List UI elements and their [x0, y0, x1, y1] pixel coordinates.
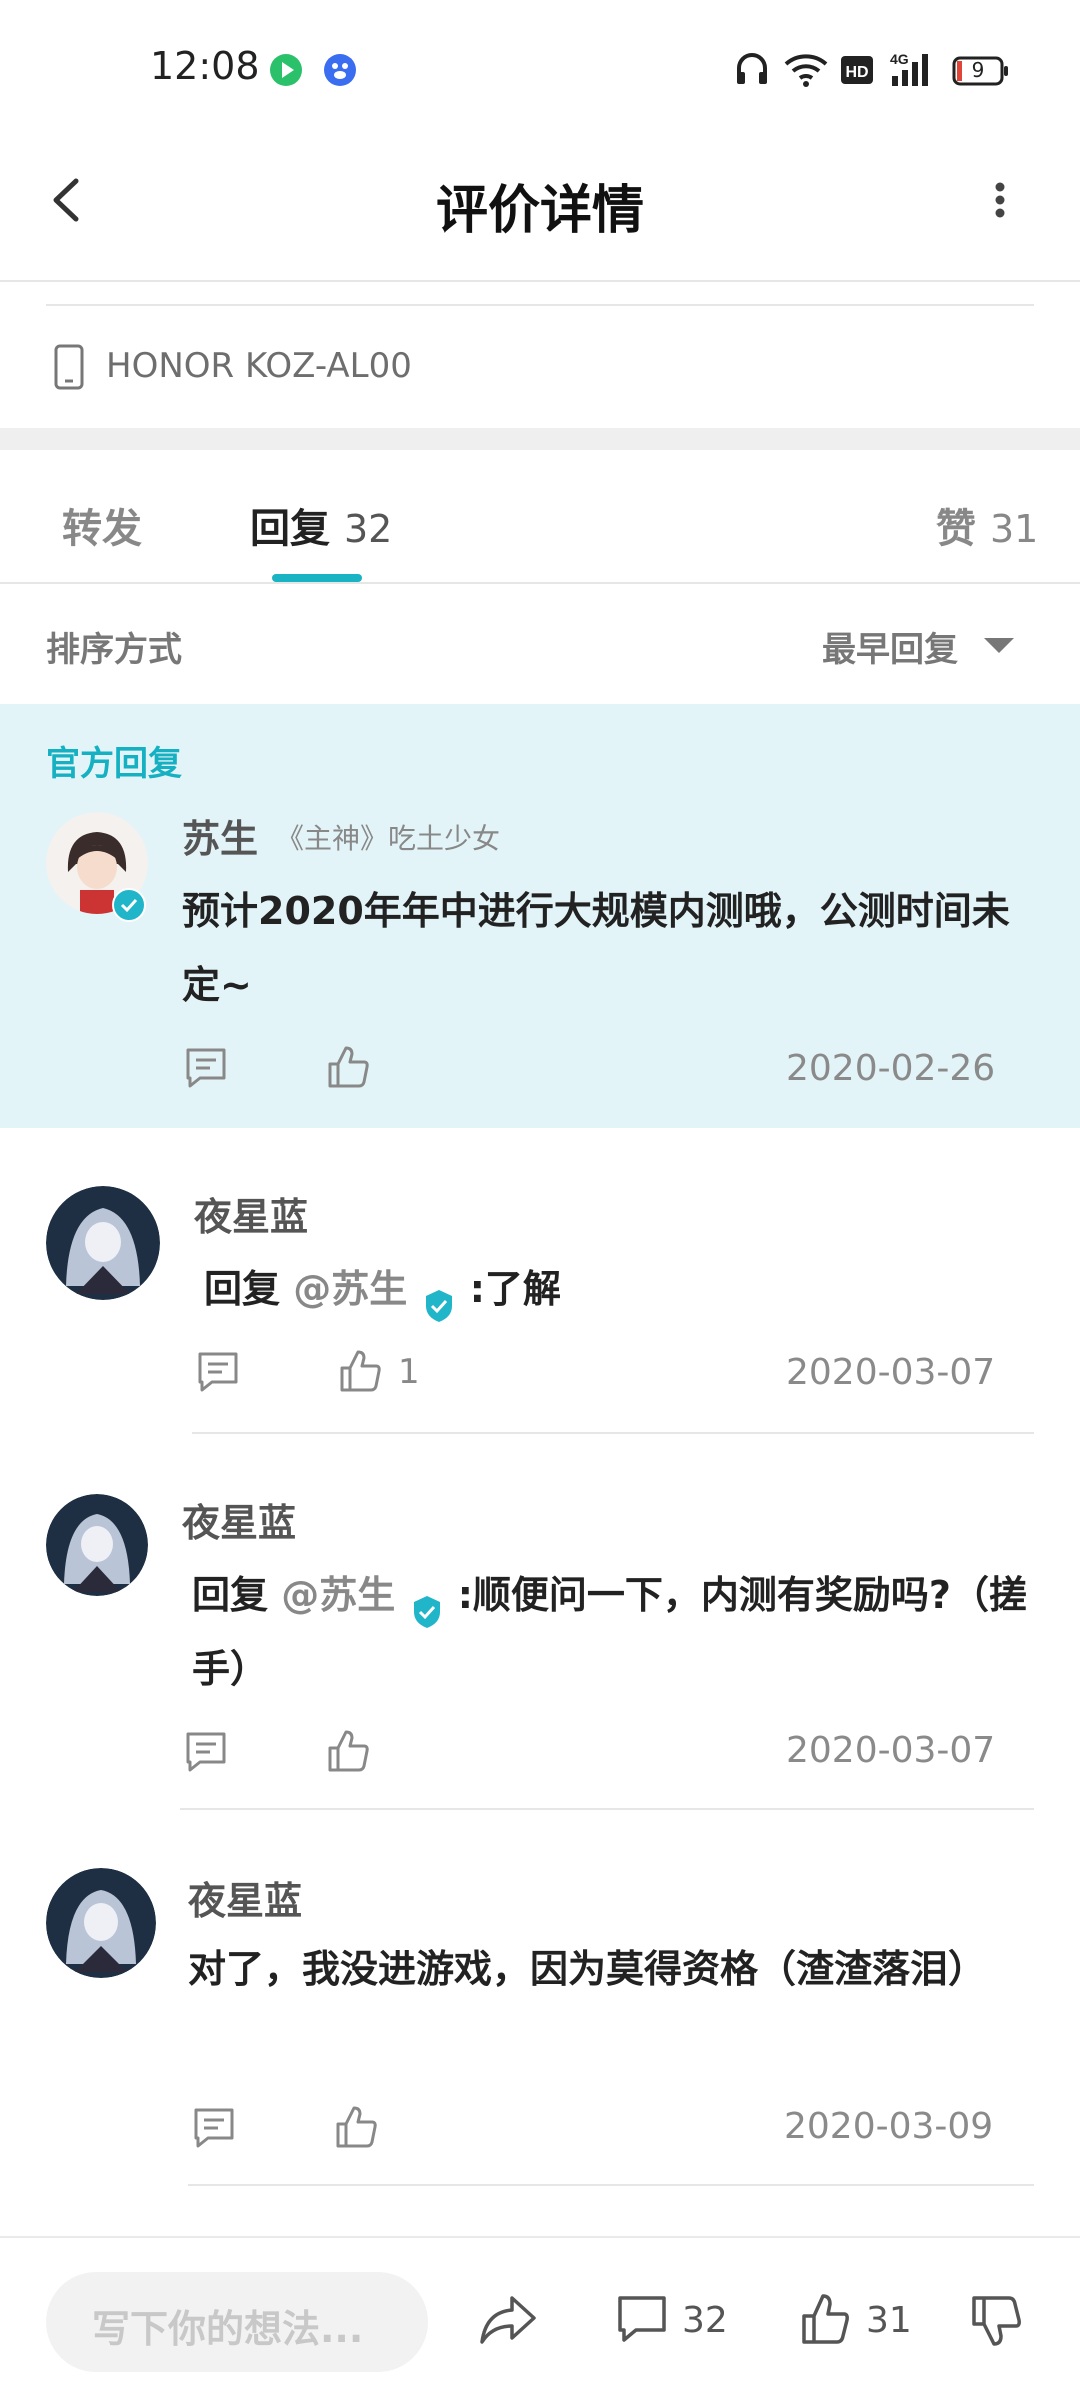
- reply-date: 2020-03-07: [786, 1730, 996, 1771]
- divider: [192, 1432, 1034, 1434]
- status-bar: 12:08 HD 4G 9: [0, 0, 1080, 130]
- page-title: 评价详情: [435, 181, 644, 241]
- divider: [46, 304, 1034, 306]
- baidu-app-icon: [322, 52, 358, 88]
- comment-icon[interactable]: [184, 1730, 228, 1778]
- like-count: 31: [866, 2300, 912, 2341]
- hd-icon: HD: [840, 50, 874, 90]
- divider: [180, 1808, 1034, 1810]
- author-tag: 《主神》吃土少女: [276, 822, 501, 855]
- tab-label: 回复: [250, 506, 330, 552]
- like-icon[interactable]: [326, 1044, 370, 1094]
- wifi-icon: [784, 50, 828, 90]
- comment-count: 32: [682, 2300, 728, 2341]
- headphone-icon: [734, 50, 770, 90]
- dislike-icon[interactable]: [970, 2294, 1024, 2352]
- reply-date: 2020-03-09: [784, 2106, 994, 2147]
- section-separator: [0, 428, 1080, 450]
- like-count: 1: [398, 1352, 420, 1392]
- tab-likes[interactable]: 赞 31: [936, 496, 1038, 554]
- author-name[interactable]: 夜星蓝: [188, 1870, 302, 1925]
- video-app-icon: [268, 52, 304, 88]
- comment-icon[interactable]: [192, 2106, 236, 2154]
- svg-text:HD: HD: [845, 64, 868, 81]
- author-name[interactable]: 夜星蓝: [182, 1492, 296, 1547]
- device-model: HONOR KOZ-AL00: [106, 346, 412, 386]
- divider: [0, 280, 1080, 282]
- reply-content: 回复 @苏生 :顺便问一下，内测有奖励吗?（搓手）: [192, 1558, 1036, 1706]
- reply-date: 2020-03-07: [786, 1352, 996, 1393]
- battery-level: 9: [971, 58, 985, 82]
- more-options-button[interactable]: [980, 165, 1020, 235]
- reply-prefix: 回复: [204, 1267, 281, 1311]
- reply-content: 回复 @苏生 :了解: [204, 1252, 1034, 1326]
- tab-count: 31: [989, 507, 1039, 551]
- author-name[interactable]: 夜星蓝: [194, 1186, 308, 1241]
- tab-repost[interactable]: 转发: [62, 496, 142, 554]
- comment-icon[interactable]: [616, 2294, 668, 2350]
- tab-label: 转发: [62, 506, 142, 552]
- comment-icon[interactable]: [196, 1350, 240, 1398]
- tab-indicator: [272, 574, 362, 582]
- like-icon[interactable]: [334, 2104, 378, 2154]
- tab-count: 32: [343, 507, 393, 551]
- verified-icon: [112, 888, 146, 926]
- mention-link[interactable]: @苏生: [293, 1267, 407, 1311]
- chevron-down-icon: [984, 638, 1014, 653]
- official-reply-label: 官方回复: [46, 744, 182, 784]
- avatar[interactable]: [46, 1494, 148, 1596]
- divider: [0, 582, 1080, 584]
- phone-icon: [52, 344, 88, 396]
- comment-placeholder: 写下你的想法...: [92, 2307, 364, 2351]
- comment-icon[interactable]: [184, 1046, 228, 1094]
- sort-label: 排序方式: [46, 630, 182, 670]
- mention-link[interactable]: @苏生: [281, 1573, 395, 1617]
- reply-prefix: 回复: [192, 1573, 269, 1617]
- reply-date: 2020-02-26: [786, 1048, 996, 1089]
- status-time: 12:08: [150, 44, 260, 88]
- like-icon[interactable]: [338, 1348, 382, 1398]
- signal-icon: 4G: [888, 50, 938, 90]
- tab-label: 赞: [936, 506, 976, 552]
- divider: [188, 2184, 1034, 2186]
- like-icon[interactable]: [326, 1728, 370, 1778]
- like-icon[interactable]: [800, 2292, 850, 2350]
- avatar[interactable]: [46, 1868, 156, 1978]
- share-icon[interactable]: [478, 2292, 538, 2352]
- svg-text:4G: 4G: [890, 51, 909, 67]
- sort-value: 最早回复: [822, 630, 958, 670]
- verified-icon: [421, 1274, 457, 1322]
- battery-icon: 9: [952, 56, 1008, 86]
- avatar[interactable]: [46, 1186, 160, 1300]
- author-name[interactable]: 苏生: [182, 808, 258, 863]
- reply-content: 预计2020年年中进行大规模内测哦，公测时间未定~: [182, 889, 1010, 1007]
- tab-replies[interactable]: 回复 32: [250, 496, 392, 554]
- reply-content: 对了，我没进游戏，因为莫得资格（渣渣落泪）: [188, 1947, 987, 1991]
- reply-text: :了解: [469, 1267, 561, 1311]
- verified-icon: [409, 1580, 445, 1628]
